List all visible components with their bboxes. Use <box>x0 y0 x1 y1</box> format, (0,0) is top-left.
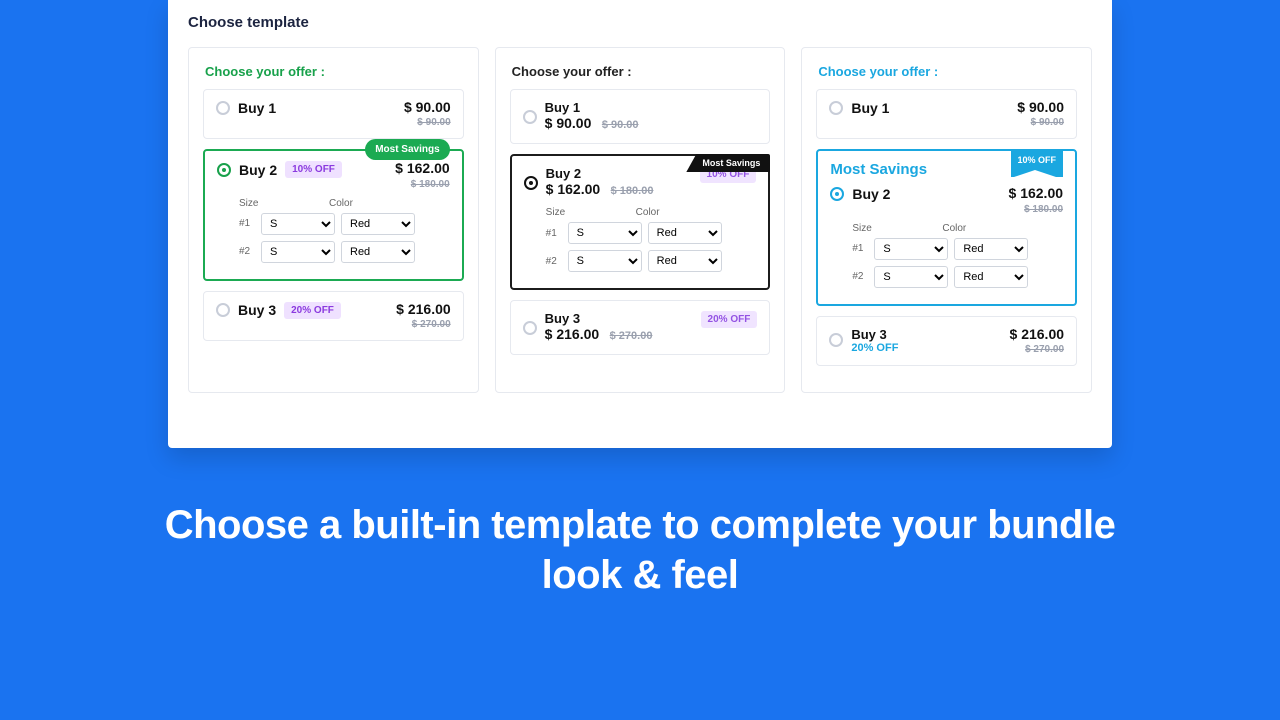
discount-badge: 20% OFF <box>284 302 341 319</box>
row-index: #2 <box>546 256 562 267</box>
variant-selectors: Size Color #1 S Red #2 S Red <box>830 223 1063 288</box>
size-select[interactable]: S <box>261 241 335 263</box>
offer-price: $ 162.00 $ 180.00 <box>395 161 450 189</box>
radio-icon[interactable] <box>829 333 843 347</box>
panel-title: Choose template <box>188 14 1092 31</box>
template-blue[interactable]: Choose your offer : Buy 1 $ 90.00 $ 90.0… <box>801 47 1092 393</box>
offer-buy2-selected[interactable]: Most Savings Buy 2 10% OFF $ 162.00 $ 18… <box>203 149 464 280</box>
color-header: Color <box>329 198 419 209</box>
radio-icon[interactable] <box>216 101 230 115</box>
choose-offer-label: Choose your offer : <box>205 64 464 79</box>
offer-price: $ 90.00 $ 90.00 <box>1017 100 1064 128</box>
old-price: $ 180.00 <box>1009 204 1064 215</box>
offer-price: $ 162.00 $ 180.00 <box>1009 186 1064 214</box>
size-header: Size <box>852 223 942 234</box>
color-select[interactable]: Red <box>954 238 1028 260</box>
offer-buy1[interactable]: Buy 1 $ 90.00 $ 90.00 <box>510 89 771 144</box>
size-select[interactable]: S <box>261 213 335 235</box>
row-index: #2 <box>239 246 255 257</box>
offer-buy1[interactable]: Buy 1 $ 90.00 $ 90.00 <box>203 89 464 139</box>
marketing-headline: Choose a built-in template to complete y… <box>0 500 1280 600</box>
radio-icon[interactable] <box>830 187 844 201</box>
choose-offer-label: Choose your offer : <box>512 64 771 79</box>
size-select[interactable]: S <box>568 250 642 272</box>
template-green[interactable]: Choose your offer : Buy 1 $ 90.00 $ 90.0… <box>188 47 479 393</box>
row-index: #1 <box>239 218 255 229</box>
offer-title: Buy 3 <box>851 327 898 342</box>
color-select[interactable]: Red <box>341 241 415 263</box>
radio-icon[interactable] <box>217 163 231 177</box>
offer-title: Buy 1 <box>545 100 639 115</box>
color-select[interactable]: Red <box>648 250 722 272</box>
offer-buy2-selected[interactable]: Most Savings Buy 2 $ 162.00 $ 180.00 10%… <box>510 154 771 290</box>
offer-buy3[interactable]: Buy 3 20% OFF $ 216.00 $ 270.00 <box>203 291 464 341</box>
offer-price: $ 216.00 $ 270.00 <box>396 302 451 330</box>
offer-buy2-selected[interactable]: 10% OFF Most Savings Buy 2 $ 162.00 $ 18… <box>816 149 1077 305</box>
most-savings-badge: Most Savings <box>365 139 449 160</box>
offer-title: Buy 2 <box>852 186 890 202</box>
radio-icon[interactable] <box>523 110 537 124</box>
offer-title: Buy 3 <box>545 311 653 326</box>
old-price: $ 90.00 <box>602 119 639 131</box>
color-select[interactable]: Red <box>954 266 1028 288</box>
offer-title: Buy 2 <box>546 166 654 181</box>
radio-icon[interactable] <box>216 303 230 317</box>
offer-price: $ 90.00 <box>545 115 592 131</box>
old-price: $ 270.00 <box>396 319 451 330</box>
choose-offer-label: Choose your offer : <box>818 64 1077 79</box>
old-price: $ 90.00 <box>404 117 451 128</box>
offer-price: $ 216.00 <box>545 326 600 342</box>
row-index: #2 <box>852 271 868 282</box>
size-header: Size <box>239 198 329 209</box>
offer-price: $ 162.00 <box>546 181 601 197</box>
discount-label: 20% OFF <box>851 342 898 354</box>
offer-buy3[interactable]: Buy 3 $ 216.00 $ 270.00 20% OFF <box>510 300 771 355</box>
radio-icon[interactable] <box>524 176 538 190</box>
offer-price: $ 216.00 $ 270.00 <box>1010 327 1065 355</box>
discount-badge: 20% OFF <box>701 311 758 328</box>
offer-buy1[interactable]: Buy 1 $ 90.00 $ 90.00 <box>816 89 1077 139</box>
most-savings-badge: Most Savings <box>686 154 770 172</box>
offer-title: Buy 3 <box>238 302 276 318</box>
color-header: Color <box>636 207 726 218</box>
template-black[interactable]: Choose your offer : Buy 1 $ 90.00 $ 90.0… <box>495 47 786 393</box>
template-panel: Choose template Choose your offer : Buy … <box>168 0 1112 448</box>
templates-row: Choose your offer : Buy 1 $ 90.00 $ 90.0… <box>188 47 1092 393</box>
size-select[interactable]: S <box>874 238 948 260</box>
offer-title: Buy 2 <box>239 162 277 178</box>
offer-title: Buy 1 <box>851 100 889 116</box>
discount-ribbon: 10% OFF <box>1011 149 1064 177</box>
color-select[interactable]: Red <box>648 222 722 244</box>
discount-badge: 10% OFF <box>285 161 342 178</box>
old-price: $ 270.00 <box>610 330 653 342</box>
old-price: $ 180.00 <box>611 185 654 197</box>
color-select[interactable]: Red <box>341 213 415 235</box>
size-header: Size <box>546 207 636 218</box>
variant-selectors: Size Color #1 S Red #2 S Red <box>524 207 757 272</box>
size-select[interactable]: S <box>874 266 948 288</box>
variant-selectors: Size Color #1 S Red #2 S Red <box>217 198 450 263</box>
color-header: Color <box>942 223 1032 234</box>
offer-title: Buy 1 <box>238 100 276 116</box>
old-price: $ 180.00 <box>395 179 450 190</box>
row-index: #1 <box>852 243 868 254</box>
offer-buy3[interactable]: Buy 3 20% OFF $ 216.00 $ 270.00 <box>816 316 1077 366</box>
row-index: #1 <box>546 228 562 239</box>
size-select[interactable]: S <box>568 222 642 244</box>
old-price: $ 270.00 <box>1010 344 1065 355</box>
offer-price: $ 90.00 $ 90.00 <box>404 100 451 128</box>
old-price: $ 90.00 <box>1017 117 1064 128</box>
radio-icon[interactable] <box>523 321 537 335</box>
radio-icon[interactable] <box>829 101 843 115</box>
